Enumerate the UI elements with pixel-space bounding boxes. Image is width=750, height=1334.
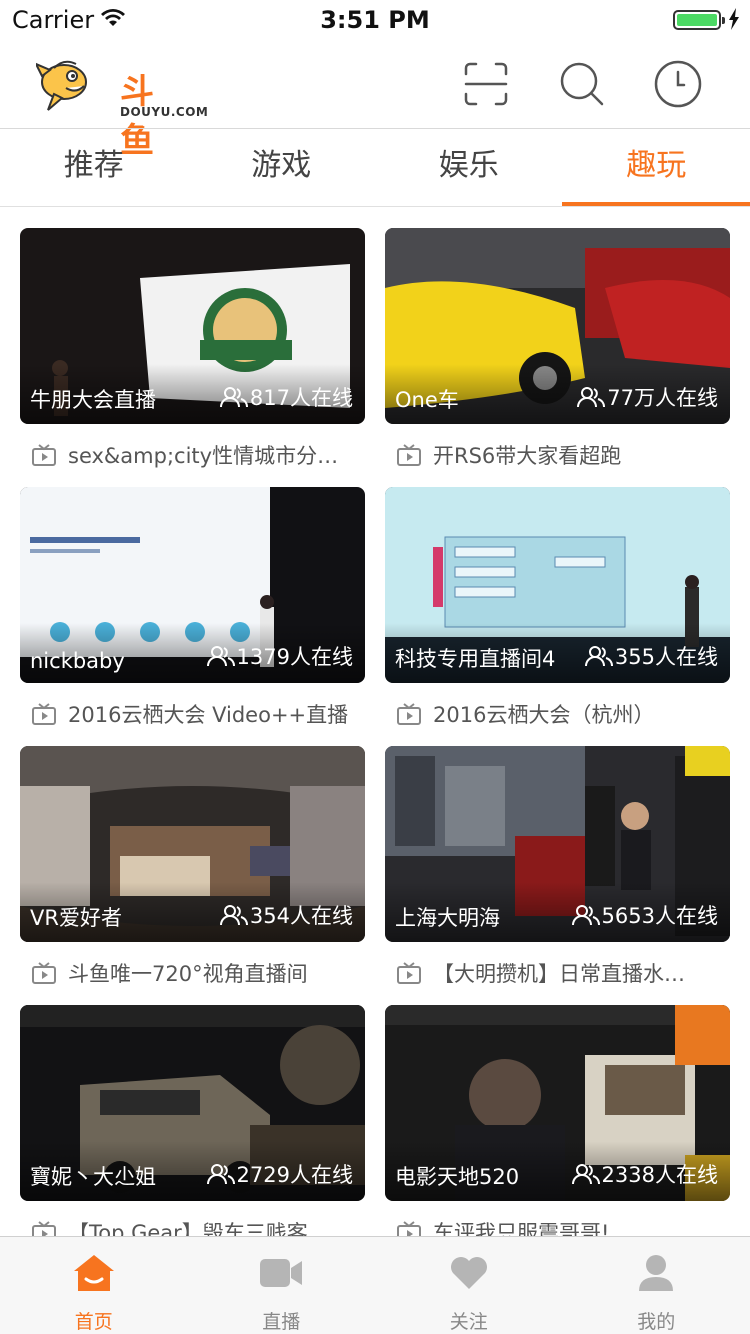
- viewers-icon: [206, 646, 235, 667]
- nav-label: 直播: [262, 1311, 301, 1333]
- online-count-text: 2729人在线: [236, 1163, 353, 1187]
- tab-recommend[interactable]: 推荐: [0, 129, 188, 207]
- nav-label: 首页: [74, 1311, 113, 1333]
- tv-icon: [397, 444, 421, 466]
- room-title: 2016云栖大会 Video++直播: [68, 703, 349, 727]
- room-card[interactable]: nickbaby 1379人在线 2016云栖大会 Video++直播: [20, 487, 365, 737]
- charging-icon: [728, 8, 740, 34]
- heart-icon: [448, 1253, 490, 1297]
- category-tabs: 推荐 游戏 娱乐 趣玩: [0, 129, 750, 207]
- room-title-row[interactable]: 开RS6带大家看超跑: [397, 440, 730, 470]
- battery-icon: [673, 10, 725, 30]
- tv-icon: [32, 703, 56, 725]
- room-thumbnail[interactable]: 科技专用直播间4 355人在线: [385, 487, 730, 683]
- tabs-divider: [0, 206, 750, 207]
- room-thumbnail[interactable]: nickbaby 1379人在线: [20, 487, 365, 683]
- tab-entertainment[interactable]: 娱乐: [375, 129, 563, 207]
- viewers-icon: [584, 646, 613, 667]
- fish-mascot-icon: [36, 60, 87, 111]
- online-count: 817人在线: [219, 382, 353, 412]
- anchor-name: nickbaby: [30, 649, 125, 673]
- room-card[interactable]: 电影天地520 2338人在线 车评我只服震哥哥!: [385, 1005, 730, 1255]
- room-card[interactable]: 寶妮丶大尐姐 2729人在线 【Top Gear】毁车三贱客…: [20, 1005, 365, 1255]
- nav-label: 我的: [637, 1311, 676, 1333]
- viewers-icon: [206, 1164, 235, 1185]
- anchor-name: 牛朋大会直播: [30, 388, 156, 412]
- viewers-icon: [571, 1164, 600, 1185]
- room-title: sex&amp;city性情城市分…: [68, 444, 339, 468]
- nav-label: 关注: [449, 1311, 488, 1333]
- home-icon: [72, 1253, 116, 1297]
- anchor-name: One车: [395, 388, 459, 412]
- viewers-icon: [219, 905, 248, 926]
- scan-icon[interactable]: [462, 60, 510, 108]
- anchor-name: 科技专用直播间4: [395, 647, 556, 671]
- video-camera-icon: [258, 1253, 304, 1297]
- online-count-text: 354人在线: [249, 904, 353, 928]
- online-count: 354人在线: [219, 900, 353, 930]
- tv-icon: [397, 703, 421, 725]
- room-title-row[interactable]: 2016云栖大会 Video++直播: [32, 699, 365, 729]
- logo-subtext: DOUYU.COM: [120, 105, 209, 119]
- room-title-row[interactable]: 2016云栖大会（杭州）: [397, 699, 730, 729]
- room-title: 开RS6带大家看超跑: [433, 444, 622, 468]
- room-title: 斗鱼唯一720°视角直播间: [68, 962, 308, 986]
- tv-icon: [32, 962, 56, 984]
- room-thumbnail[interactable]: 寶妮丶大尐姐 2729人在线: [20, 1005, 365, 1201]
- viewers-icon: [577, 387, 606, 408]
- tab-fun[interactable]: 趣玩: [563, 129, 750, 207]
- room-title-row[interactable]: 斗鱼唯一720°视角直播间: [32, 958, 365, 988]
- online-count: 5653人在线: [571, 900, 718, 930]
- room-card[interactable]: 牛朋大会直播 817人在线 sex&amp;city性情城市分…: [20, 228, 365, 478]
- clock-time: 3:51 PM: [320, 6, 430, 34]
- room-thumbnail[interactable]: 上海大明海 5653人在线: [385, 746, 730, 942]
- history-icon[interactable]: [654, 60, 702, 108]
- anchor-name: 上海大明海: [395, 906, 500, 930]
- room-title-row[interactable]: 【大明攒机】日常直播水…: [397, 958, 730, 988]
- tv-icon: [32, 444, 56, 466]
- room-title: 【大明攒机】日常直播水…: [433, 962, 685, 986]
- search-icon[interactable]: [558, 60, 606, 108]
- online-count: 2729人在线: [206, 1159, 353, 1189]
- room-thumbnail[interactable]: VR爱好者 354人在线: [20, 746, 365, 942]
- online-count-text: 1379人在线: [236, 645, 353, 669]
- room-title-row[interactable]: sex&amp;city性情城市分…: [32, 440, 365, 470]
- room-title: 2016云栖大会（杭州）: [433, 703, 655, 727]
- online-count-text: 77万人在线: [607, 386, 718, 410]
- status-bar: Carrier 3:51 PM: [0, 0, 750, 40]
- online-count-text: 5653人在线: [601, 904, 718, 928]
- room-thumbnail[interactable]: 牛朋大会直播 817人在线: [20, 228, 365, 424]
- nav-item-home[interactable]: 首页: [0, 1237, 188, 1334]
- online-count-text: 355人在线: [614, 645, 718, 669]
- anchor-name: VR爱好者: [30, 906, 122, 930]
- online-count-text: 817人在线: [249, 386, 353, 410]
- online-count: 1379人在线: [206, 641, 353, 671]
- nav-item-profile[interactable]: 我的: [563, 1237, 750, 1334]
- nav-item-follow[interactable]: 关注: [375, 1237, 563, 1334]
- room-thumbnail[interactable]: 电影天地520 2338人在线: [385, 1005, 730, 1201]
- viewers-icon: [219, 387, 248, 408]
- user-icon: [636, 1253, 676, 1297]
- online-count: 77万人在线: [577, 382, 718, 412]
- room-card[interactable]: 上海大明海 5653人在线 【大明攒机】日常直播水…: [385, 746, 730, 996]
- online-count-text: 2338人在线: [601, 1163, 718, 1187]
- anchor-name: 寶妮丶大尐姐: [30, 1165, 156, 1189]
- bottom-tab-bar: 首页 直播 关注 我的: [0, 1236, 750, 1334]
- app-header: 斗鱼 DOUYU.COM: [0, 40, 750, 161]
- anchor-name: 电影天地520: [395, 1165, 520, 1189]
- room-card[interactable]: One车 77万人在线 开RS6带大家看超跑: [385, 228, 730, 478]
- online-count: 355人在线: [584, 641, 718, 671]
- room-card[interactable]: VR爱好者 354人在线 斗鱼唯一720°视角直播间: [20, 746, 365, 996]
- viewers-icon: [571, 905, 600, 926]
- online-count: 2338人在线: [571, 1159, 718, 1189]
- douyu-logo[interactable]: 斗鱼 DOUYU.COM: [36, 52, 208, 161]
- room-thumbnail[interactable]: One车 77万人在线: [385, 228, 730, 424]
- room-card[interactable]: 科技专用直播间4 355人在线 2016云栖大会（杭州）: [385, 487, 730, 737]
- nav-item-live[interactable]: 直播: [188, 1237, 376, 1334]
- tab-games[interactable]: 游戏: [188, 129, 376, 207]
- tv-icon: [397, 962, 421, 984]
